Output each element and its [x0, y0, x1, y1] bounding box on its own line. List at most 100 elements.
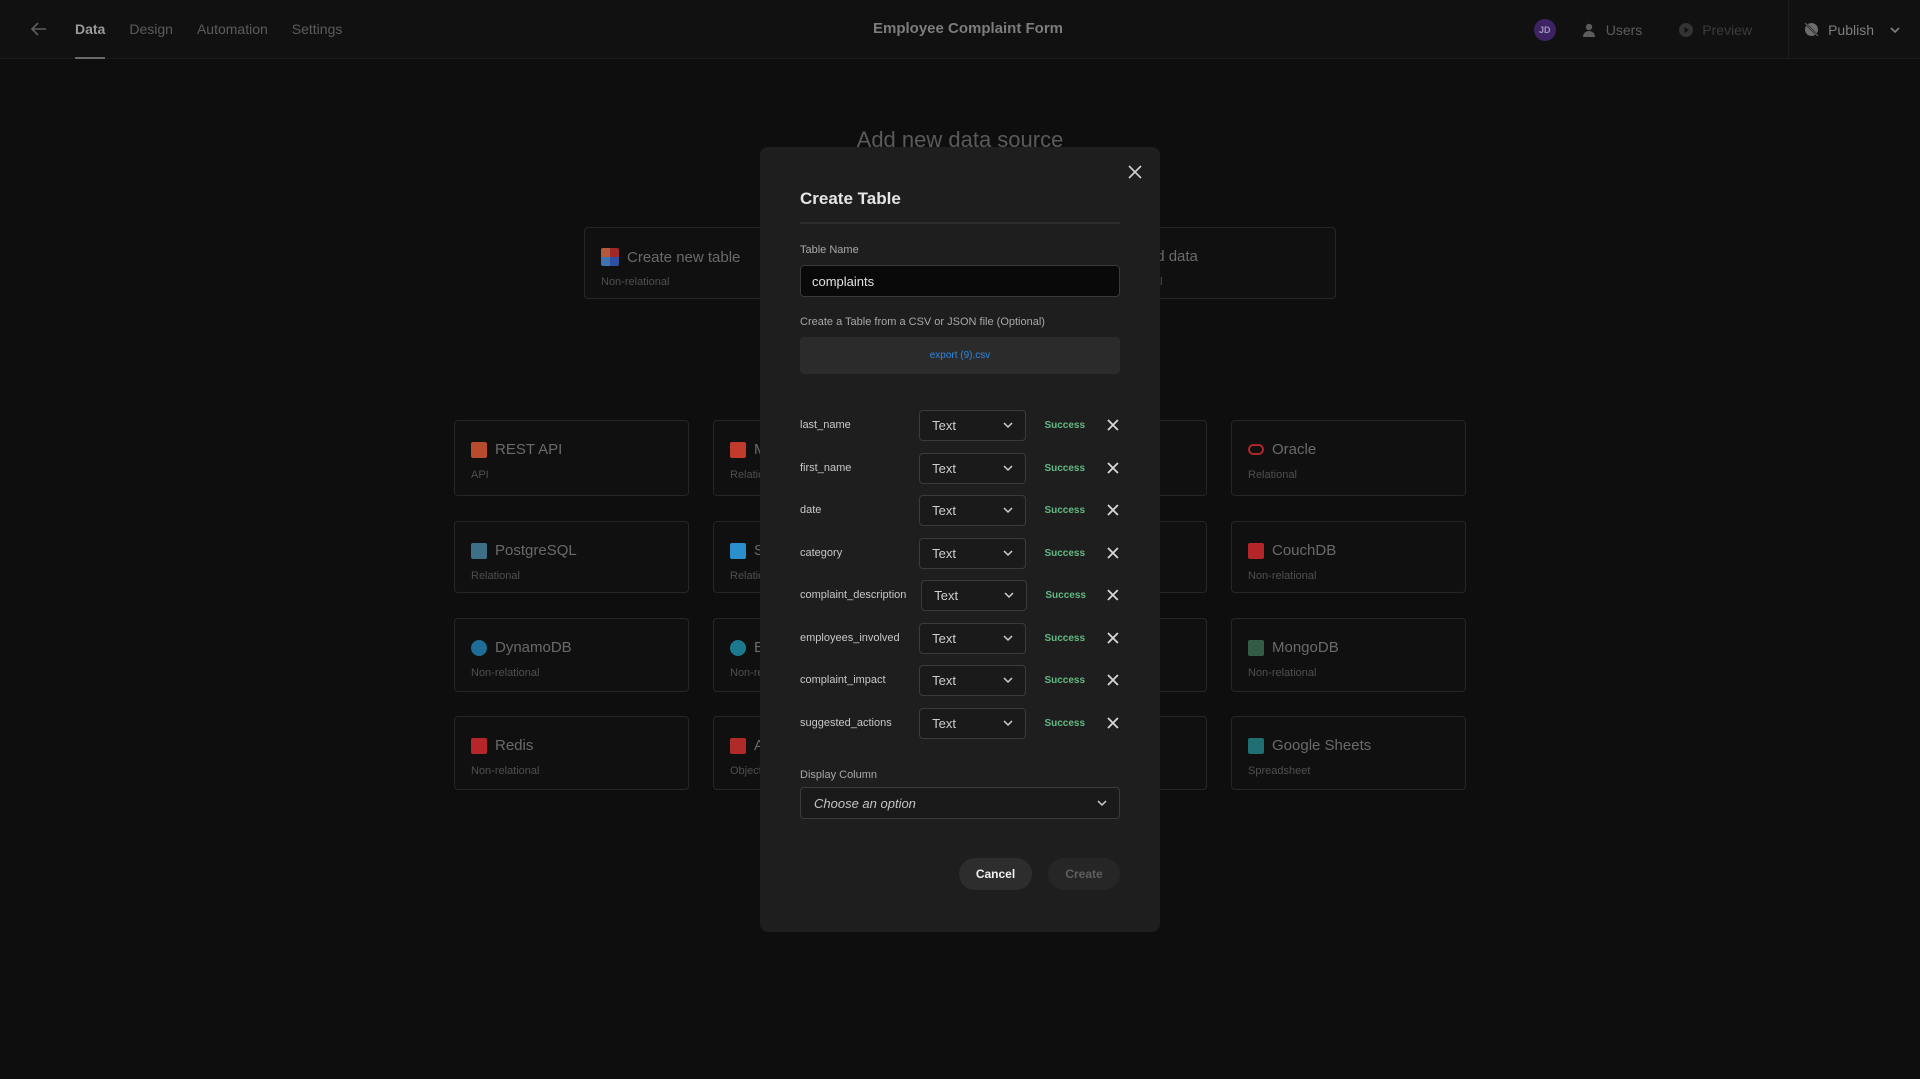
data-source-card[interactable]: DynamoDB Non-relational	[454, 618, 689, 692]
field-status: Success	[1044, 504, 1086, 516]
field-row: date Text Success	[800, 494, 1120, 526]
users-icon	[1582, 23, 1595, 37]
redis-icon	[471, 737, 487, 754]
create-new-table-card[interactable]: Create new table Non-relational	[584, 227, 784, 299]
field-name: employees_involved	[800, 632, 900, 644]
card-title: PostgreSQL	[495, 542, 577, 559]
card-title: DynamoDB	[495, 639, 572, 656]
table-name-input[interactable]	[800, 265, 1120, 297]
chevron-down-icon	[1003, 507, 1013, 514]
field-type-select[interactable]: Text	[921, 579, 1028, 611]
data-source-card[interactable]: Google Sheets Spreadsheet	[1231, 716, 1466, 790]
field-type-value: Text	[932, 672, 956, 688]
play-circle-icon	[1679, 22, 1694, 37]
data-source-card[interactable]: PostgreSQL Relational	[454, 521, 689, 593]
card-title: REST API	[495, 441, 563, 458]
field-name: category	[800, 547, 843, 559]
field-type-value: Text	[932, 630, 956, 646]
field-type-select[interactable]: Text	[919, 622, 1027, 654]
card-title: Oracle	[1272, 441, 1317, 458]
avatar[interactable]: JD	[1533, 18, 1556, 41]
chevron-down-icon	[1003, 422, 1013, 429]
users-label: Users	[1605, 21, 1643, 38]
card-subtitle: Relational	[1248, 469, 1297, 481]
upload-data-card[interactable]: Upload data Non-relational	[1140, 227, 1336, 299]
field-name: date	[800, 504, 822, 516]
card-subtitle: Non-relational	[1248, 667, 1317, 679]
field-type-value: Text	[932, 502, 956, 518]
display-column-label: Display Column	[800, 769, 878, 781]
field-type-select[interactable]: Text	[919, 707, 1027, 739]
chevron-down-icon	[1003, 677, 1013, 684]
file-upload-dropzone[interactable]: export (9).csv	[800, 337, 1120, 374]
chevron-down-icon	[1003, 720, 1013, 727]
field-status: Success	[1044, 462, 1086, 474]
remove-field-icon[interactable]	[1106, 673, 1120, 687]
display-column-placeholder: Choose an option	[814, 795, 916, 811]
field-type-value: Text	[932, 460, 956, 476]
uploaded-file-name[interactable]: export (9).csv	[930, 350, 991, 361]
create-button[interactable]: Create	[1048, 858, 1120, 890]
remove-field-icon[interactable]	[1106, 503, 1120, 517]
table-name-label: Table Name	[800, 244, 859, 256]
field-type-select[interactable]: Text	[919, 664, 1027, 696]
field-type-select[interactable]: Text	[919, 452, 1027, 484]
chevron-down-icon	[1004, 592, 1014, 599]
field-status: Success	[1044, 717, 1086, 729]
field-type-value: Text	[932, 545, 956, 561]
card-subtitle: Relational	[471, 570, 520, 582]
data-source-card[interactable]: CouchDB Non-relational	[1231, 521, 1466, 593]
field-type-select[interactable]: Text	[919, 494, 1027, 526]
field-name: complaint_impact	[800, 674, 886, 686]
data-source-card[interactable]: Redis Non-relational	[454, 716, 689, 790]
field-status: Success	[1045, 589, 1086, 601]
card-subtitle: Non-relational	[601, 276, 670, 288]
field-type-value: Text	[932, 715, 956, 731]
nav-divider	[1788, 0, 1790, 59]
chevron-down-icon	[1003, 465, 1013, 472]
display-column-select[interactable]: Choose an option	[800, 787, 1120, 819]
postgresql-icon	[471, 542, 487, 559]
mssql-icon	[730, 441, 746, 458]
card-subtitle: Non-relational	[1248, 570, 1317, 582]
field-status: Success	[1044, 632, 1086, 644]
field-type-select[interactable]: Text	[919, 409, 1027, 441]
card-title: MongoDB	[1272, 639, 1339, 656]
field-name: first_name	[800, 462, 852, 474]
field-row: complaint_impact Text Success	[800, 664, 1120, 696]
data-source-card[interactable]: Oracle Relational	[1231, 420, 1466, 496]
field-row: last_name Text Success	[800, 409, 1120, 441]
remove-field-icon[interactable]	[1106, 716, 1120, 730]
modal-title: Create Table	[800, 189, 901, 208]
remove-field-icon[interactable]	[1106, 461, 1120, 475]
remove-field-icon[interactable]	[1106, 588, 1120, 602]
field-status: Success	[1044, 547, 1086, 559]
google-sheets-icon	[1248, 737, 1264, 754]
field-type-select[interactable]: Text	[919, 537, 1027, 569]
preview-button[interactable]: Preview	[1678, 22, 1752, 38]
data-source-card[interactable]: REST API API	[454, 420, 689, 496]
card-title: Google Sheets	[1272, 737, 1372, 754]
elasticsearch-icon	[730, 639, 746, 656]
couchdb-icon	[1248, 542, 1264, 559]
remove-field-icon[interactable]	[1106, 546, 1120, 560]
card-subtitle: Non-relational	[471, 765, 540, 777]
data-source-card[interactable]: MongoDB Non-relational	[1231, 618, 1466, 692]
preview-label: Preview	[1702, 21, 1753, 38]
cancel-button[interactable]: Cancel	[959, 858, 1032, 890]
chevron-down-icon[interactable]	[1888, 23, 1902, 37]
s3-icon	[730, 737, 746, 754]
mongodb-icon	[1248, 639, 1264, 656]
close-icon[interactable]	[1127, 164, 1143, 180]
oracle-icon	[1248, 444, 1264, 455]
field-row: category Text Success	[800, 537, 1120, 569]
remove-field-icon[interactable]	[1106, 418, 1120, 432]
remove-field-icon[interactable]	[1106, 631, 1120, 645]
users-button[interactable]: Users	[1582, 21, 1643, 38]
field-row: first_name Text Success	[800, 452, 1120, 484]
nav-right-tools: JD Users Preview Publish	[1533, 0, 1920, 59]
publish-button[interactable]: Publish	[1803, 21, 1902, 38]
file-upload-label: Create a Table from a CSV or JSON file (…	[800, 316, 1045, 328]
field-name: suggested_actions	[800, 717, 892, 729]
globe-strike-icon	[1804, 22, 1819, 37]
